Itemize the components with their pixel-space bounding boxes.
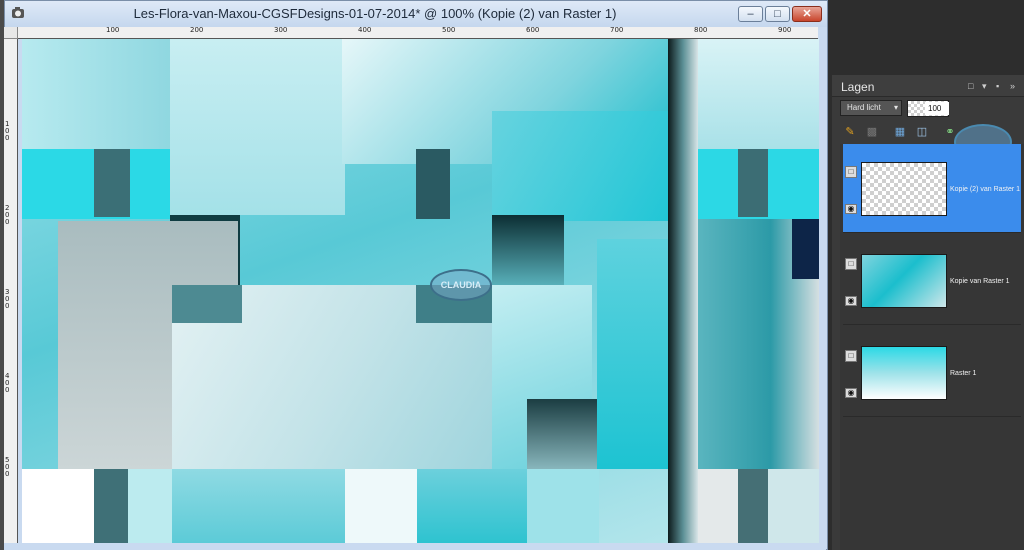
chevron-down-icon: ▾ bbox=[893, 103, 898, 112]
panel-pin-icon[interactable]: ▪ bbox=[996, 81, 999, 91]
art-block bbox=[492, 111, 672, 221]
art-block bbox=[527, 469, 599, 543]
layers-panel-title: Lagen bbox=[841, 80, 875, 94]
ruler-tick-label: 500 bbox=[442, 27, 456, 34]
layer-thumbnail[interactable] bbox=[861, 254, 947, 308]
layer-effects-icon[interactable]: ◫ bbox=[914, 125, 930, 139]
layer-name: Kopie (2) van Raster 1 bbox=[950, 186, 1021, 193]
opacity-field[interactable]: 100 bbox=[907, 100, 949, 117]
art-block bbox=[172, 469, 347, 543]
art-block bbox=[738, 149, 768, 217]
layer-visibility-toggle-icon[interactable]: □ bbox=[845, 350, 857, 362]
window-bottom-edge bbox=[4, 543, 826, 550]
blend-mode-select[interactable]: Hard licht ▾ bbox=[840, 100, 902, 116]
ruler-tick-label: 100 bbox=[5, 120, 10, 142]
layers-list: □ ◉ Kopie (2) van Raster 1 □ ◉ Kopie van Rast… bbox=[840, 144, 1024, 550]
layers-panel[interactable]: Lagen □ ▾ ▪ » Hard licht ▾ 100 ✎ ▩ ▦ ◫ ⚭… bbox=[832, 75, 1024, 550]
art-block bbox=[768, 469, 819, 543]
layers-panel-header[interactable]: Lagen □ ▾ ▪ » bbox=[832, 75, 1024, 97]
ruler-horizontal[interactable]: 100 200 300 400 500 600 700 800 900 bbox=[18, 27, 818, 39]
watermark-stamp: CLAUDIA bbox=[430, 269, 492, 301]
minimize-button[interactable]: – bbox=[738, 6, 763, 22]
ruler-tick-label: 700 bbox=[610, 27, 624, 34]
window-title: Les-Flora-van-Maxou-CGSFDesigns-01-07-20… bbox=[133, 6, 617, 21]
ruler-tick-label: 300 bbox=[5, 288, 10, 310]
art-block bbox=[698, 469, 738, 543]
panel-collapse-icon[interactable]: » bbox=[1010, 81, 1015, 91]
ruler-corner bbox=[4, 27, 18, 39]
new-layer-icon[interactable]: ▦ bbox=[892, 125, 908, 139]
layer-thumbnail[interactable] bbox=[861, 162, 947, 216]
ruler-tick-label: 400 bbox=[358, 27, 372, 34]
opacity-value[interactable]: 100 bbox=[925, 102, 949, 115]
ruler-tick-label: 100 bbox=[106, 27, 120, 34]
app-root: Les-Flora-van-Maxou-CGSFDesigns-01-07-20… bbox=[0, 0, 1024, 550]
art-block bbox=[172, 285, 242, 323]
image-canvas[interactable]: CLAUDIA bbox=[22, 39, 819, 543]
art-block bbox=[94, 149, 130, 217]
ruler-tick-label: 400 bbox=[5, 372, 10, 394]
eye-icon[interactable]: ◉ bbox=[845, 388, 857, 398]
panel-menu-icon[interactable]: ▾ bbox=[982, 81, 987, 92]
ruler-tick-label: 300 bbox=[274, 27, 288, 34]
art-block bbox=[417, 469, 527, 543]
layer-name: Raster 1 bbox=[950, 370, 977, 377]
art-block bbox=[128, 469, 172, 543]
panel-float-icon[interactable]: □ bbox=[968, 81, 973, 91]
art-block bbox=[345, 469, 417, 543]
art-block bbox=[170, 39, 345, 215]
layer-visibility-toggle-icon[interactable]: □ bbox=[845, 166, 857, 178]
layer-thumbnail[interactable] bbox=[861, 346, 947, 400]
layer-name: Kopie van Raster 1 bbox=[950, 278, 1010, 285]
eye-icon[interactable]: ◉ bbox=[845, 296, 857, 306]
brush-icon[interactable]: ✎ bbox=[842, 125, 858, 139]
mask-icon[interactable]: ▩ bbox=[864, 125, 880, 139]
art-block bbox=[668, 39, 698, 543]
close-button[interactable]: ✕ bbox=[792, 6, 822, 22]
ruler-tick-label: 800 bbox=[694, 27, 708, 34]
ruler-tick-label: 500 bbox=[5, 456, 10, 478]
layer-visibility-toggle-icon[interactable]: □ bbox=[845, 258, 857, 270]
layer-row[interactable]: □ ◉ Raster 1 bbox=[843, 328, 1021, 417]
ruler-tick-label: 200 bbox=[190, 27, 204, 34]
art-block bbox=[22, 39, 172, 149]
blend-mode-value: Hard licht bbox=[847, 103, 881, 112]
maximize-button[interactable]: □ bbox=[765, 6, 790, 22]
layer-row[interactable]: □ ◉ Kopie (2) van Raster 1 bbox=[843, 144, 1021, 233]
ruler-tick-label: 900 bbox=[778, 27, 792, 34]
art-block bbox=[698, 39, 819, 149]
eye-icon[interactable]: ◉ bbox=[845, 204, 857, 214]
art-block bbox=[94, 469, 128, 543]
ruler-tick-label: 600 bbox=[526, 27, 540, 34]
art-block bbox=[597, 239, 672, 469]
ruler-vertical[interactable]: 100 200 300 400 500 bbox=[4, 39, 18, 543]
art-block bbox=[22, 469, 94, 543]
art-block bbox=[492, 215, 564, 287]
ruler-tick-label: 200 bbox=[5, 204, 10, 226]
layer-row[interactable]: □ ◉ Kopie van Raster 1 bbox=[843, 236, 1021, 325]
title-bar[interactable]: Les-Flora-van-Maxou-CGSFDesigns-01-07-20… bbox=[5, 1, 827, 27]
art-block bbox=[527, 399, 597, 469]
art-block bbox=[792, 219, 819, 279]
art-block bbox=[416, 149, 450, 219]
art-block bbox=[738, 469, 768, 543]
